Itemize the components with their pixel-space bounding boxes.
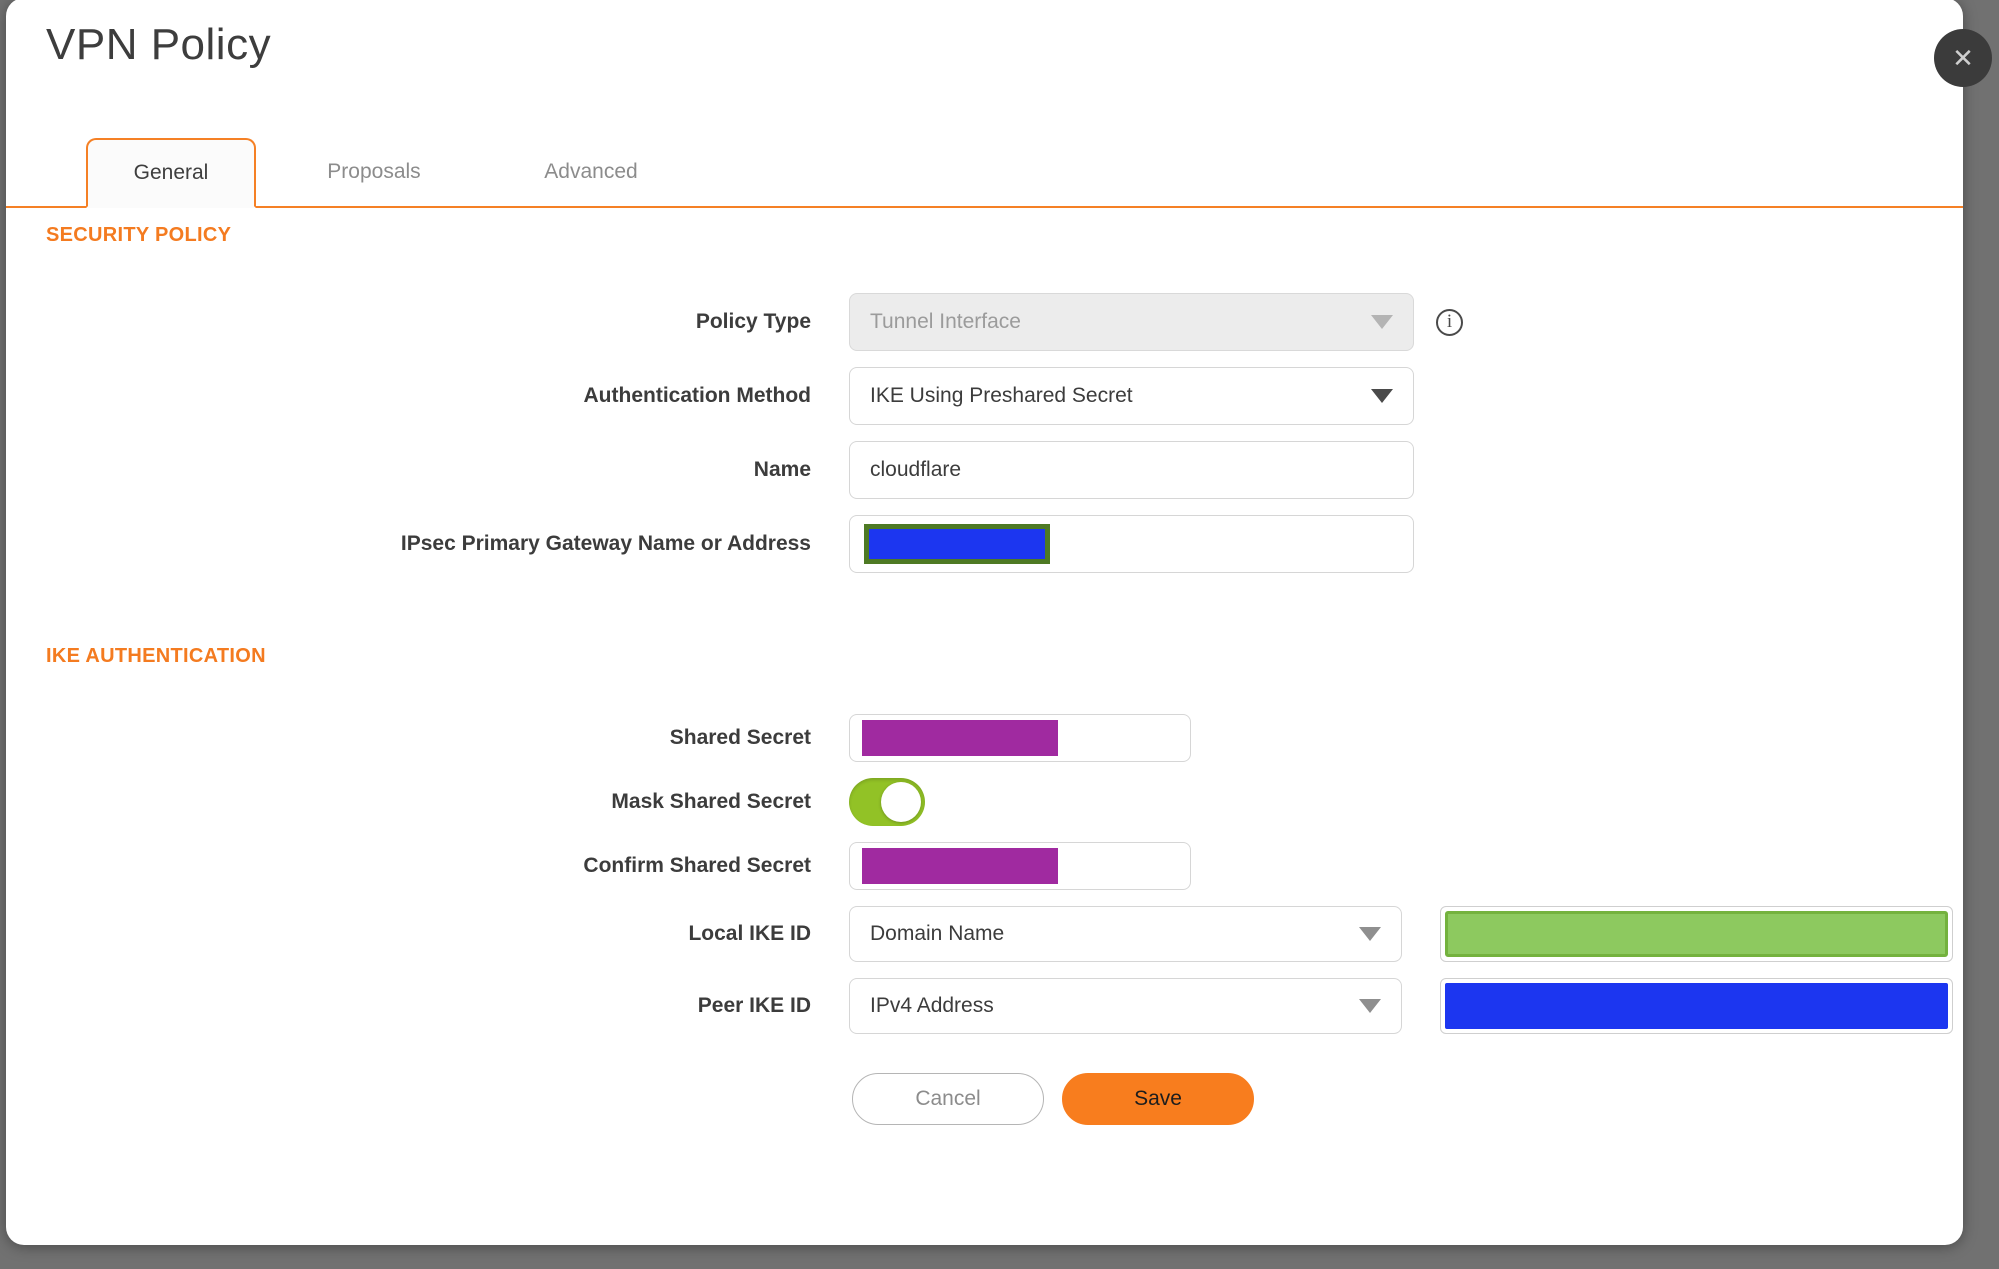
name-row: Name cloudflare [46,441,1926,499]
chevron-down-icon [1371,389,1393,403]
tab-general[interactable]: General [86,138,256,208]
policy-type-select: Tunnel Interface [849,293,1414,351]
ike-authentication-heading: IKE AUTHENTICATION [46,645,266,667]
chevron-down-icon [1359,927,1381,941]
mask-shared-secret-label: Mask Shared Secret [611,790,811,813]
shared-secret-redaction-block [862,720,1058,756]
peer-ike-id-select[interactable]: IPv4 Address [849,978,1402,1034]
close-icon[interactable]: ✕ [1934,29,1992,87]
local-ike-id-label: Local IKE ID [688,922,811,945]
info-icon[interactable]: i [1436,308,1463,336]
local-ike-id-value: Domain Name [870,922,1005,945]
auth-method-label: Authentication Method [583,384,811,407]
confirm-shared-secret-label: Confirm Shared Secret [583,854,811,877]
mask-shared-secret-row: Mask Shared Secret [46,778,1926,826]
dialog-actions: Cancel Save [852,1073,1926,1125]
page-title: VPN Policy [46,20,272,69]
name-value: cloudflare [870,458,962,481]
chevron-down-icon [1371,315,1393,329]
shared-secret-label: Shared Secret [669,726,811,749]
vpn-policy-dialog: VPN Policy General Proposals Advanced SE… [6,0,1963,1245]
save-button[interactable]: Save [1062,1073,1254,1125]
shared-secret-row: Shared Secret [46,714,1926,762]
tab-proposals[interactable]: Proposals [289,138,459,206]
toggle-knob [881,782,921,822]
local-ike-id-redaction-block [1445,911,1948,957]
gateway-redaction-block [864,524,1050,564]
mask-shared-secret-toggle[interactable] [849,778,925,826]
tab-panel-general: SECURITY POLICY Policy Type Tunnel Inter… [46,224,1953,1125]
name-input[interactable]: cloudflare [849,441,1414,499]
auth-method-row: Authentication Method IKE Using Preshare… [46,367,1926,425]
auth-method-value: IKE Using Preshared Secret [870,384,1133,407]
policy-type-label: Policy Type [695,310,811,333]
gateway-label: IPsec Primary Gateway Name or Address [400,532,811,555]
local-ike-id-row: Local IKE ID Domain Name [46,906,1953,962]
gateway-input[interactable] [849,515,1414,573]
peer-ike-id-label: Peer IKE ID [697,994,811,1017]
security-policy-heading: SECURITY POLICY [46,224,232,246]
confirm-shared-secret-row: Confirm Shared Secret [46,842,1926,890]
policy-type-row: Policy Type Tunnel Interface i [46,293,1926,351]
gateway-row: IPsec Primary Gateway Name or Address [46,515,1926,573]
tab-advanced[interactable]: Advanced [506,138,676,206]
peer-ike-id-value: IPv4 Address [870,994,994,1017]
local-ike-id-input[interactable] [1440,906,1953,962]
shared-secret-input[interactable] [849,714,1191,762]
peer-ike-id-input[interactable] [1440,978,1953,1034]
cancel-button[interactable]: Cancel [852,1073,1044,1125]
peer-ike-id-row: Peer IKE ID IPv4 Address [46,978,1953,1034]
name-label: Name [753,458,811,481]
tab-bar: General Proposals Advanced [6,138,1963,208]
local-ike-id-select[interactable]: Domain Name [849,906,1402,962]
policy-type-value: Tunnel Interface [870,310,1021,333]
auth-method-select[interactable]: IKE Using Preshared Secret [849,367,1414,425]
confirm-shared-secret-input[interactable] [849,842,1191,890]
peer-ike-id-redaction-block [1445,983,1948,1029]
confirm-shared-secret-redaction-block [862,848,1058,884]
chevron-down-icon [1359,999,1381,1013]
